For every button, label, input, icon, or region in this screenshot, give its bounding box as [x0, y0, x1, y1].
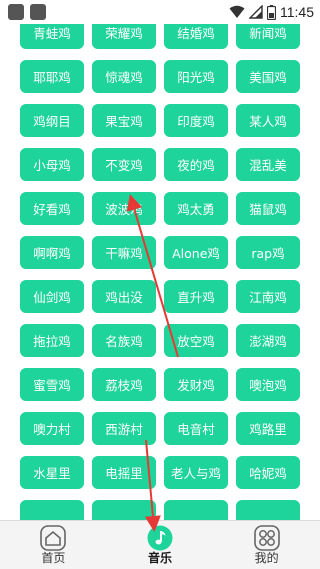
song-tile[interactable]: 电音村 — [164, 412, 228, 445]
notification-icon — [30, 4, 46, 20]
song-tile[interactable]: 发财鸡 — [164, 368, 228, 401]
song-tile[interactable]: 澎湖鸡 — [236, 324, 300, 357]
nav-music[interactable]: 音乐 — [107, 521, 214, 569]
song-grid: 青蛙鸡 荣耀鸡 结婚鸡 新闻鸡 耶耶鸡 惊魂鸡 阳光鸡 美国鸡 鸡纲目 果宝鸡 印度鸡 某人鸡 小母鸡不… — [20, 0, 300, 530]
status-bar: 11:45 — [0, 0, 320, 24]
song-tile[interactable]: 果宝鸡 — [92, 104, 156, 137]
song-tile[interactable]: 惊魂鸡 — [92, 60, 156, 93]
song-tile[interactable]: 小母鸡 — [20, 148, 84, 181]
battery-icon — [267, 4, 276, 20]
notification-icon — [8, 4, 24, 20]
song-tile[interactable]: 波波鸡 — [92, 192, 156, 225]
nav-mine[interactable]: 我的 — [213, 521, 320, 569]
song-tile[interactable]: 好看鸡 — [20, 192, 84, 225]
song-tile[interactable]: 鸡路里 — [236, 412, 300, 445]
home-icon — [40, 525, 67, 551]
song-tile[interactable]: 夜的鸡 — [164, 148, 228, 181]
song-tile[interactable]: 耶耶鸡 — [20, 60, 84, 93]
status-icons: 11:45 — [229, 3, 314, 21]
song-tile[interactable]: 某人鸡 — [236, 104, 300, 137]
song-tile[interactable]: 仙剑鸡 — [20, 280, 84, 313]
music-note-icon — [147, 525, 173, 551]
song-tile[interactable]: 拖拉鸡 — [20, 324, 84, 357]
song-tile[interactable]: 江南鸡 — [236, 280, 300, 313]
song-tile[interactable]: rap鸡 — [236, 236, 300, 269]
song-tile[interactable]: 名族鸡 — [92, 324, 156, 357]
nav-mine-label: 我的 — [254, 551, 279, 565]
song-tile[interactable]: 老人与鸡 — [164, 456, 228, 489]
song-tile[interactable]: 直升鸡 — [164, 280, 228, 313]
bottom-nav: 首页 音乐 我的 — [0, 520, 320, 569]
grid-apps-icon — [253, 525, 280, 551]
song-tile[interactable]: 美国鸡 — [236, 60, 300, 93]
song-tile[interactable]: 噢泡鸡 — [236, 368, 300, 401]
song-tile[interactable]: 干嘛鸡 — [92, 236, 156, 269]
song-tile[interactable]: 鸡纲目 — [20, 104, 84, 137]
nav-home-label: 首页 — [41, 551, 66, 565]
signal-icon — [249, 5, 263, 19]
song-tile[interactable]: 噢力村 — [20, 412, 84, 445]
song-tile[interactable]: 水星里 — [20, 456, 84, 489]
song-tile[interactable]: 阳光鸡 — [164, 60, 228, 93]
nav-music-label: 音乐 — [148, 551, 173, 565]
song-tile[interactable]: 鸡出没 — [92, 280, 156, 313]
wifi-icon — [229, 5, 245, 18]
song-tile[interactable]: 鸡太勇 — [164, 192, 228, 225]
song-tile[interactable]: 不变鸡 — [92, 148, 156, 181]
song-tile[interactable]: 电摇里 — [92, 456, 156, 489]
song-tile[interactable]: 猫鼠鸡 — [236, 192, 300, 225]
status-time: 11:45 — [280, 4, 314, 20]
song-tile[interactable]: 啊啊鸡 — [20, 236, 84, 269]
song-tile[interactable]: 西游村 — [92, 412, 156, 445]
song-tile[interactable]: 蜜雪鸡 — [20, 368, 84, 401]
song-tile[interactable]: 荔枝鸡 — [92, 368, 156, 401]
song-tile[interactable]: 印度鸡 — [164, 104, 228, 137]
song-tile[interactable]: 混乱美 — [236, 148, 300, 181]
song-tile[interactable]: 放空鸡 — [164, 324, 228, 357]
song-tile[interactable]: 哈妮鸡 — [236, 456, 300, 489]
nav-home[interactable]: 首页 — [0, 521, 107, 569]
song-tile[interactable]: Alone鸡 — [164, 236, 228, 269]
